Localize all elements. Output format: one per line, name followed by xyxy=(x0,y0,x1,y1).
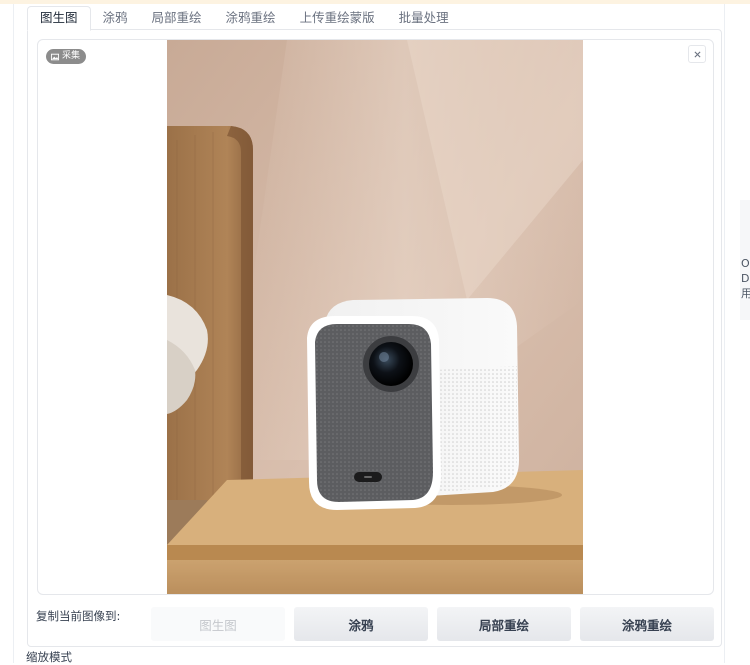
copy-to-inpaint-sketch-button[interactable]: 涂鸦重绘 xyxy=(580,607,714,641)
img2img-panel: 采集 xyxy=(27,29,722,647)
image-upload-area[interactable]: 采集 xyxy=(37,39,714,595)
image-icon xyxy=(51,53,59,60)
tab-inpaint-upload[interactable]: 上传重绘蒙版 xyxy=(288,7,387,30)
tab-img2img[interactable]: 图生图 xyxy=(27,6,91,31)
tab-inpaint-sketch[interactable]: 涂鸦重绘 xyxy=(214,7,288,30)
tab-sketch[interactable]: 涂鸦 xyxy=(91,7,140,30)
side-text-3: 用 xyxy=(741,287,750,300)
copy-to-sketch-button[interactable]: 涂鸦 xyxy=(294,607,428,641)
close-icon xyxy=(693,50,701,58)
tab-inpaint[interactable]: 局部重绘 xyxy=(140,7,214,30)
copy-to-img2img-button[interactable]: 图生图 xyxy=(151,607,285,641)
right-border xyxy=(724,4,725,663)
copy-to-inpaint-button[interactable]: 局部重绘 xyxy=(437,607,571,641)
left-border xyxy=(13,4,14,663)
tab-batch[interactable]: 批量处理 xyxy=(387,7,461,30)
side-text-1: O xyxy=(741,257,750,270)
projector-photo xyxy=(167,40,583,594)
image-label-badge: 采集 xyxy=(46,49,87,64)
copy-to-label: 复制当前图像到: xyxy=(36,609,121,623)
badge-label: 采集 xyxy=(62,51,81,61)
tab-bar: 图生图 涂鸦 局部重绘 涂鸦重绘 上传重绘蒙版 批量处理 xyxy=(27,6,461,31)
top-band xyxy=(0,0,750,4)
side-text-2: De xyxy=(741,272,750,285)
clear-image-button[interactable] xyxy=(688,45,706,63)
